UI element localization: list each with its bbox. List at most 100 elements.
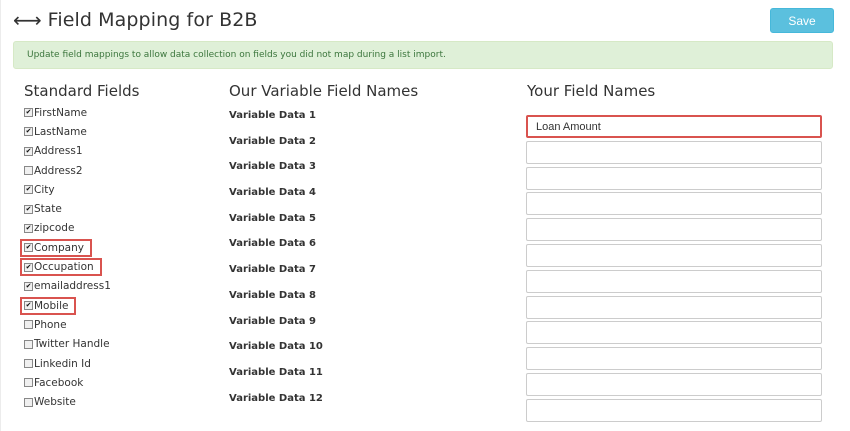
variable-field-label: Variable Data 3 — [229, 161, 316, 173]
standard-field-checkbox[interactable] — [24, 378, 33, 388]
standard-field-item: Company — [20, 238, 111, 257]
your-field-input[interactable] — [526, 218, 822, 242]
standard-field-label: Website — [34, 396, 76, 409]
your-field-input[interactable] — [526, 295, 822, 319]
standard-field-label-wrap: zipcode — [24, 222, 74, 234]
your-field-input[interactable] — [526, 321, 822, 345]
save-button[interactable]: Save — [770, 8, 834, 33]
your-field-input[interactable] — [526, 140, 822, 164]
standard-field-label-wrap: Twitter Handle — [24, 338, 110, 350]
standard-field-checkbox[interactable] — [24, 204, 33, 214]
your-field-input[interactable] — [526, 192, 822, 216]
standard-field-item: Website — [24, 392, 111, 411]
standard-field-item: LastName — [24, 122, 111, 141]
standard-field-item: Facebook — [24, 373, 111, 392]
standard-field-item: Linkedin Id — [24, 354, 111, 373]
standard-field-item: Address1 — [24, 142, 111, 161]
standard-field-label: City — [34, 183, 55, 196]
variable-field-label: Variable Data 1 — [229, 110, 316, 121]
standard-field-label: Address1 — [34, 145, 83, 158]
standard-field-label-wrap: State — [24, 203, 62, 215]
variable-field-label: Variable Data 11 — [229, 366, 323, 378]
standard-field-checkbox[interactable] — [24, 397, 33, 407]
standard-field-label-wrap: Linkedin Id — [24, 358, 91, 370]
standard-field-label-wrap: LastName — [24, 126, 87, 138]
variable-field-label: Variable Data 8 — [229, 289, 316, 301]
standard-field-item: Phone — [24, 315, 111, 334]
standard-field-item: City — [24, 180, 111, 199]
standard-field-label-wrap: Facebook — [24, 377, 83, 389]
your-fields-heading: Your Field Names — [527, 82, 656, 100]
standard-field-checkbox[interactable] — [24, 146, 33, 156]
standard-field-checkbox[interactable] — [24, 339, 33, 349]
standard-fields-list: FirstName LastName Address1 Address2 City Sta… — [20, 103, 111, 412]
standard-field-label-wrap: Phone — [24, 319, 67, 331]
your-field-input[interactable] — [526, 269, 822, 293]
standard-field-label: Facebook — [34, 376, 84, 389]
standard-field-item: FirstName — [24, 103, 111, 122]
your-field-input[interactable] — [526, 372, 822, 396]
standard-field-label-wrap: Address2 — [24, 165, 83, 177]
standard-field-item: Twitter Handle — [24, 335, 111, 354]
standard-field-checkbox[interactable] — [24, 108, 33, 118]
info-alert: Update field mappings to allow data coll… — [13, 41, 833, 69]
standard-field-item: zipcode — [24, 219, 111, 238]
standard-field-checkbox[interactable] — [24, 281, 33, 291]
your-field-input[interactable] — [526, 166, 822, 190]
standard-field-item: Occupation — [20, 257, 111, 277]
standard-field-checkbox[interactable] — [24, 301, 33, 311]
standard-field-item: Address2 — [24, 161, 111, 180]
standard-field-label: FirstName — [34, 106, 88, 119]
standard-field-checkbox[interactable] — [24, 185, 33, 195]
field-mapping-page: ⟷ Field Mapping for B2B Save Update fiel… — [0, 0, 850, 431]
variable-field-label: Variable Data 2 — [229, 135, 316, 147]
standard-field-label: Company — [34, 241, 84, 254]
standard-field-label: emailaddress1 — [34, 280, 111, 293]
standard-field-item: emailaddress1 — [24, 277, 111, 296]
variable-field-label: Variable Data 12 — [229, 392, 323, 404]
variable-fields-heading: Our Variable Field Names — [229, 82, 419, 100]
your-field-input[interactable] — [526, 115, 822, 138]
variable-field-label: Variable Data 4 — [229, 187, 316, 199]
standard-field-label: LastName — [34, 125, 87, 138]
standard-field-item: State — [24, 199, 111, 218]
standard-field-label: Mobile — [34, 299, 69, 312]
variable-field-label: Variable Data 10 — [229, 341, 323, 353]
standard-field-checkbox[interactable] — [24, 243, 33, 253]
standard-field-label-wrap: Website — [24, 396, 76, 408]
your-field-input[interactable] — [526, 243, 822, 267]
standard-field-label: Linkedin Id — [34, 357, 91, 370]
standard-field-label-wrap: emailaddress1 — [24, 280, 111, 292]
standard-field-label-wrap: FirstName — [24, 107, 87, 119]
variable-field-label: Variable Data 6 — [229, 238, 316, 250]
standard-field-checkbox[interactable] — [24, 359, 33, 368]
variable-fields-list: Variable Data 1 Variable Data 2 Variable D… — [229, 110, 323, 418]
left-right-arrow-icon: ⟷ — [13, 8, 42, 32]
standard-field-checkbox[interactable] — [24, 262, 33, 272]
standard-field-checkbox[interactable] — [24, 320, 33, 330]
standard-fields-heading: Standard Fields — [24, 82, 140, 100]
standard-field-label: Occupation — [34, 261, 94, 274]
standard-field-label-wrap: Address1 — [24, 145, 83, 157]
variable-field-label: Variable Data 9 — [229, 315, 316, 327]
alert-text: Update field mappings to allow data coll… — [27, 50, 446, 60]
standard-field-label-wrap: Mobile — [20, 296, 77, 315]
page-title: Field Mapping for B2B — [47, 9, 258, 31]
standard-field-label: zipcode — [34, 222, 75, 235]
standard-field-label-wrap: Company — [20, 238, 92, 257]
your-field-input[interactable] — [526, 398, 822, 422]
standard-field-checkbox[interactable] — [24, 166, 33, 176]
standard-field-label-wrap: Occupation — [20, 258, 102, 277]
standard-field-label: State — [34, 203, 62, 216]
standard-field-checkbox[interactable] — [24, 223, 33, 233]
standard-field-label: Phone — [34, 318, 67, 331]
standard-field-label: Address2 — [34, 164, 83, 177]
variable-field-label: Variable Data 5 — [229, 212, 316, 224]
your-field-input[interactable] — [526, 347, 822, 371]
standard-field-label-wrap: City — [24, 184, 55, 196]
page-header: ⟷ Field Mapping for B2B — [13, 6, 258, 34]
variable-field-label: Variable Data 7 — [229, 264, 316, 276]
your-field-inputs — [526, 115, 822, 425]
standard-field-item: Mobile — [20, 296, 111, 315]
standard-field-checkbox[interactable] — [24, 127, 33, 137]
